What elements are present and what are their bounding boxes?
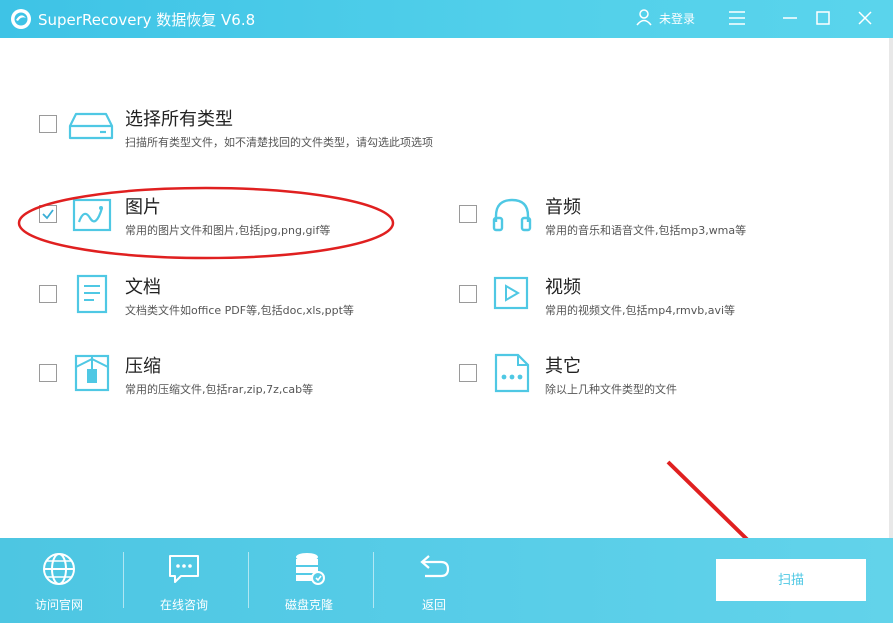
- toolbar-divider: [373, 552, 374, 608]
- checkbox-other[interactable]: [459, 364, 477, 382]
- return-button[interactable]: 返回: [384, 552, 484, 614]
- headphones-icon: [492, 198, 532, 232]
- option-description: 常用的压缩文件,包括rar,zip,7z,cab等: [125, 383, 314, 396]
- visit-website-button[interactable]: 访问官网: [9, 552, 109, 614]
- document-icon: [76, 274, 108, 314]
- title-bar: SuperRecovery 数据恢复 V6.8 未登录: [0, 0, 893, 38]
- archive-icon: [74, 354, 110, 392]
- app-logo-icon: [11, 9, 31, 29]
- option-other[interactable]: 其它 除以上几种文件类型的文件: [459, 353, 839, 413]
- option-description: 文档类文件如office PDF等,包括doc,xls,ppt等: [125, 304, 354, 317]
- return-icon: [420, 555, 450, 578]
- tool-label: 在线咨询: [159, 598, 208, 612]
- checkbox-all-types[interactable]: [39, 115, 57, 133]
- option-images[interactable]: 图片 常用的图片文件和图片,包括jpg,png,gif等: [39, 194, 419, 254]
- option-description: 常用的视频文件,包括mp4,rmvb,avi等: [545, 304, 736, 317]
- window-title: SuperRecovery 数据恢复 V6.8: [38, 11, 256, 29]
- option-title: 图片: [125, 197, 161, 218]
- option-description: 除以上几种文件类型的文件: [545, 383, 677, 396]
- globe-icon: [43, 553, 75, 585]
- scan-button[interactable]: 扫描: [716, 559, 866, 601]
- toolbar-divider: [123, 552, 124, 608]
- checkmark-icon: [42, 209, 54, 220]
- toolbar-divider: [248, 552, 249, 608]
- scrollbar-track: [889, 38, 893, 538]
- tool-label: 返回: [421, 598, 446, 612]
- option-title: 压缩: [125, 356, 161, 377]
- option-title: 视频: [545, 277, 581, 298]
- maximize-icon: [816, 11, 830, 25]
- option-title: 其它: [545, 356, 581, 377]
- disk-clone-button[interactable]: 磁盘克隆: [259, 552, 359, 614]
- close-icon: [858, 11, 872, 25]
- user-icon[interactable]: [635, 8, 653, 26]
- other-file-icon: [494, 353, 530, 393]
- maximize-button[interactable]: [810, 6, 836, 30]
- option-all-types[interactable]: 选择所有类型 扫描所有类型文件，如不清楚找回的文件类型，请勾选此项选项: [39, 106, 539, 166]
- checkbox-video[interactable]: [459, 285, 477, 303]
- checkbox-audio[interactable]: [459, 205, 477, 223]
- video-icon: [493, 276, 529, 310]
- checkbox-documents[interactable]: [39, 285, 57, 303]
- option-description: 常用的图片文件和图片,包括jpg,png,gif等: [125, 224, 331, 237]
- close-button[interactable]: [852, 6, 878, 30]
- database-icon: [296, 553, 325, 585]
- option-description: 常用的音乐和语音文件,包括mp3,wma等: [545, 224, 747, 237]
- image-icon: [72, 198, 112, 232]
- chat-icon: [169, 555, 199, 583]
- option-archive[interactable]: 压缩 常用的压缩文件,包括rar,zip,7z,cab等: [39, 353, 419, 413]
- minimize-icon: [783, 17, 797, 19]
- drive-icon: [68, 112, 114, 140]
- login-status-link[interactable]: 未登录: [659, 10, 695, 27]
- option-audio[interactable]: 音频 常用的音乐和语音文件,包括mp3,wma等: [459, 194, 839, 254]
- online-consult-button[interactable]: 在线咨询: [134, 552, 234, 614]
- tool-label: 磁盘克隆: [284, 598, 333, 612]
- option-title: 音频: [545, 197, 581, 218]
- option-title: 文档: [125, 277, 161, 298]
- tool-label: 访问官网: [34, 598, 83, 612]
- hamburger-menu-icon: [729, 11, 745, 25]
- option-documents[interactable]: 文档 文档类文件如office PDF等,包括doc,xls,ppt等: [39, 274, 419, 334]
- checkbox-images[interactable]: [39, 205, 57, 223]
- menu-button[interactable]: [724, 6, 750, 30]
- checkbox-archive[interactable]: [39, 364, 57, 382]
- option-description: 扫描所有类型文件，如不清楚找回的文件类型，请勾选此项选项: [125, 136, 433, 149]
- option-title: 选择所有类型: [125, 109, 233, 130]
- option-video[interactable]: 视频 常用的视频文件,包括mp4,rmvb,avi等: [459, 274, 839, 334]
- minimize-button[interactable]: [777, 6, 803, 30]
